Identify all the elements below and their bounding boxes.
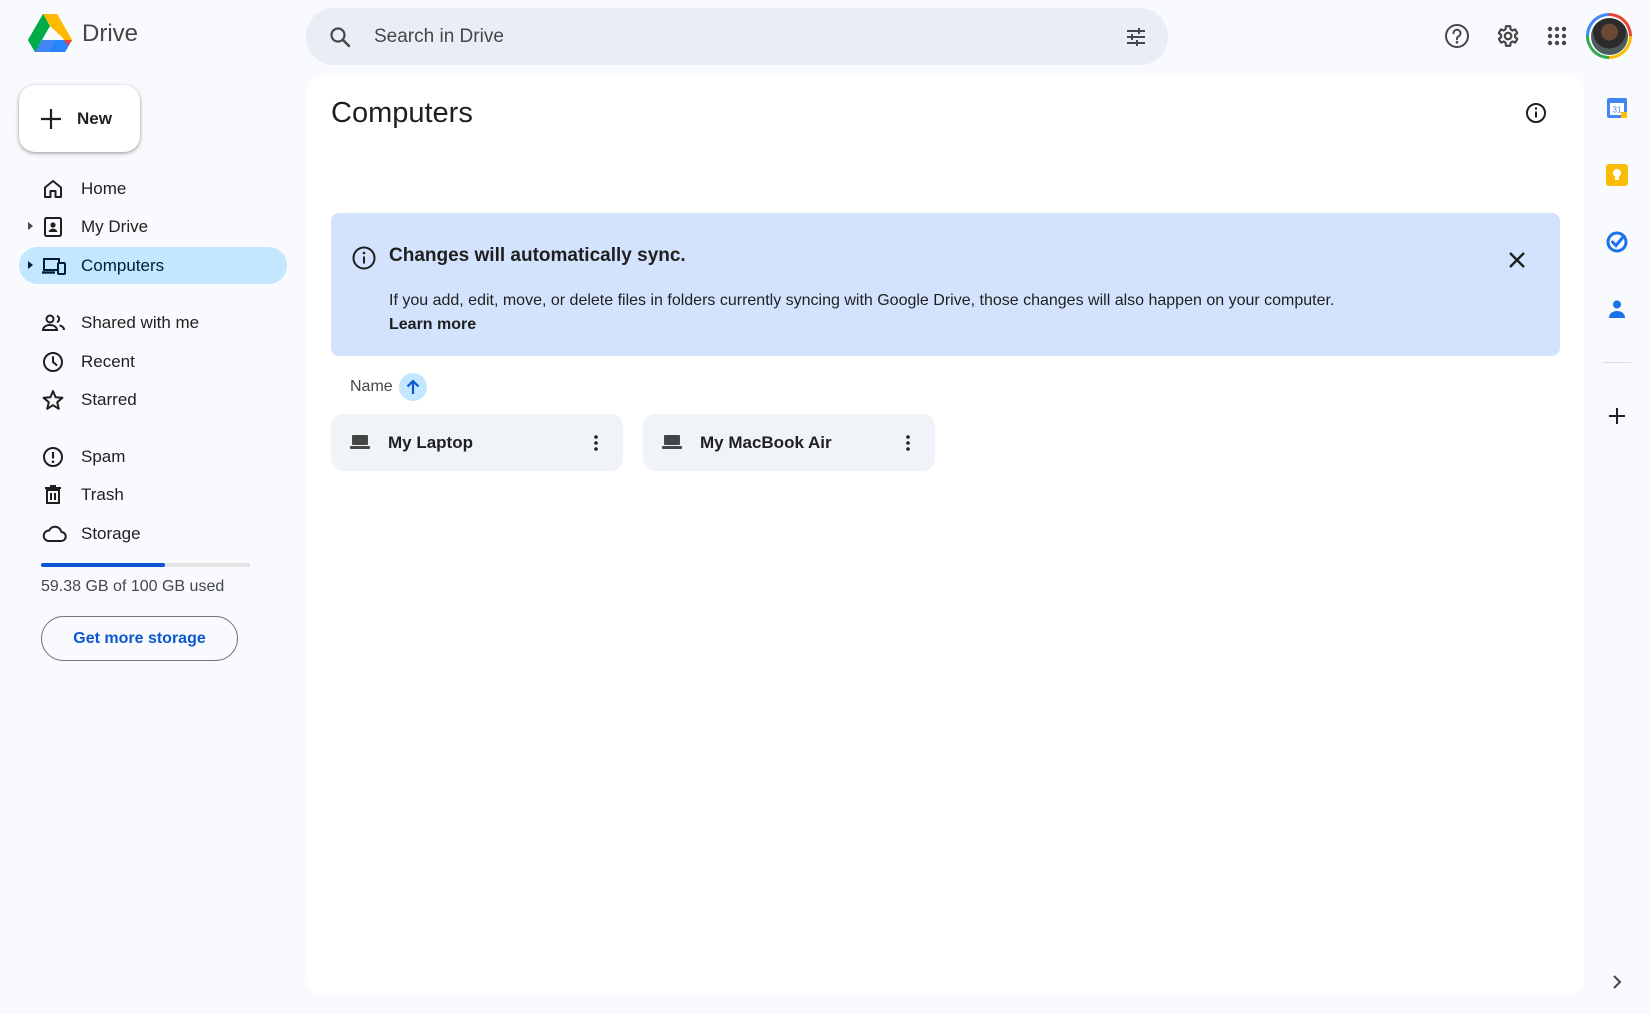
chevron-right-icon[interactable] — [1594, 959, 1640, 1005]
sidebar-item-label: Recent — [81, 351, 135, 371]
svg-text:31: 31 — [1613, 106, 1622, 115]
sidebar-item-label: Starred — [81, 389, 137, 409]
sidebar-item-computers[interactable]: Computers — [19, 247, 287, 284]
expand-caret-icon[interactable] — [27, 221, 35, 231]
spam-icon — [43, 447, 63, 467]
learn-more-link[interactable]: Learn more — [389, 313, 1509, 337]
home-icon — [44, 180, 62, 198]
more-vert-icon[interactable] — [581, 428, 611, 458]
rail-divider — [1603, 362, 1631, 363]
info-icon — [352, 246, 376, 270]
sidebar-item-label: Computers — [81, 255, 165, 275]
sidebar-item-my-drive[interactable]: My Drive — [19, 208, 287, 245]
keep-icon[interactable] — [1594, 152, 1640, 198]
main-content: Computers Changes will automatically syn… — [307, 75, 1584, 995]
computers-grid: My Laptop My MacBook Air — [331, 414, 935, 471]
page-title: Computers — [331, 97, 473, 129]
sidebar-item-home[interactable]: Home — [19, 170, 287, 207]
storage-progress-bar — [41, 563, 250, 567]
shared-icon — [41, 314, 66, 331]
sidebar-item-label: Storage — [81, 523, 141, 543]
sidebar-item-trash[interactable]: Trash — [19, 476, 287, 513]
close-icon[interactable] — [1500, 243, 1534, 277]
computer-tile[interactable]: My MacBook Air — [643, 414, 935, 471]
sort-label[interactable]: Name — [350, 378, 393, 396]
drive-logo-icon — [28, 14, 72, 52]
plus-icon — [41, 108, 61, 129]
help-icon[interactable] — [1432, 11, 1482, 61]
laptop-icon — [350, 435, 370, 449]
banner-message: If you add, edit, move, or delete files … — [389, 292, 1335, 309]
storage-usage-text: 59.38 GB of 100 GB used — [41, 578, 225, 595]
search-input[interactable] — [374, 25, 1124, 48]
clock-icon — [43, 352, 63, 372]
computer-name: My Laptop — [388, 432, 473, 452]
tasks-icon[interactable] — [1594, 219, 1640, 265]
sidebar-item-shared-with-me[interactable]: Shared with me — [19, 304, 287, 341]
new-button-label: New — [77, 108, 112, 128]
storage-progress-fill — [41, 563, 166, 567]
avatar-ring — [1589, 16, 1629, 56]
sidebar-item-label: Shared with me — [81, 312, 200, 332]
search-bar[interactable] — [306, 8, 1168, 65]
avatar-photo — [1590, 17, 1628, 55]
banner-body: If you add, edit, move, or delete files … — [389, 289, 1509, 337]
sidebar-item-label: Home — [81, 178, 127, 198]
sidebar-item-label: Spam — [81, 446, 126, 466]
sidebar-item-storage[interactable]: Storage — [19, 515, 287, 552]
contacts-icon[interactable] — [1594, 286, 1640, 332]
sort-control[interactable]: Name — [350, 373, 427, 401]
more-vert-icon[interactable] — [893, 428, 923, 458]
sidebar-item-label: Trash — [81, 484, 124, 504]
cloud-icon — [42, 525, 67, 542]
computers-icon — [42, 258, 66, 275]
computer-tile[interactable]: My Laptop — [331, 414, 623, 471]
apps-grid-icon[interactable] — [1532, 11, 1582, 61]
expand-caret-icon[interactable] — [27, 260, 35, 270]
sidebar-item-recent[interactable]: Recent — [19, 343, 287, 380]
sidebar-item-label: My Drive — [81, 216, 149, 236]
sidebar-item-starred[interactable]: Starred — [19, 381, 287, 418]
get-more-storage-button[interactable]: Get more storage — [41, 616, 238, 661]
calendar-icon[interactable]: 31 — [1594, 85, 1640, 131]
computer-name: My MacBook Air — [700, 432, 832, 452]
trash-icon — [45, 485, 61, 504]
settings-icon[interactable] — [1482, 11, 1532, 61]
app-name: Drive — [82, 20, 139, 47]
banner-title: Changes will automatically sync. — [389, 245, 686, 266]
sidebar-item-spam[interactable]: Spam — [19, 438, 287, 475]
new-button[interactable]: New — [19, 85, 140, 152]
sync-info-banner: Changes will automatically sync. If you … — [331, 213, 1560, 356]
star-icon — [42, 390, 64, 410]
info-icon[interactable] — [1516, 93, 1556, 133]
arrow-up-icon[interactable] — [398, 373, 427, 401]
header-actions — [1432, 11, 1632, 61]
tune-icon[interactable] — [1124, 25, 1148, 49]
my-drive-icon — [44, 217, 62, 237]
search-icon[interactable] — [328, 25, 352, 49]
add-icon[interactable] — [1594, 393, 1640, 439]
account-avatar[interactable] — [1586, 13, 1632, 59]
drive-logo[interactable]: Drive — [28, 14, 138, 54]
laptop-icon — [662, 435, 682, 449]
